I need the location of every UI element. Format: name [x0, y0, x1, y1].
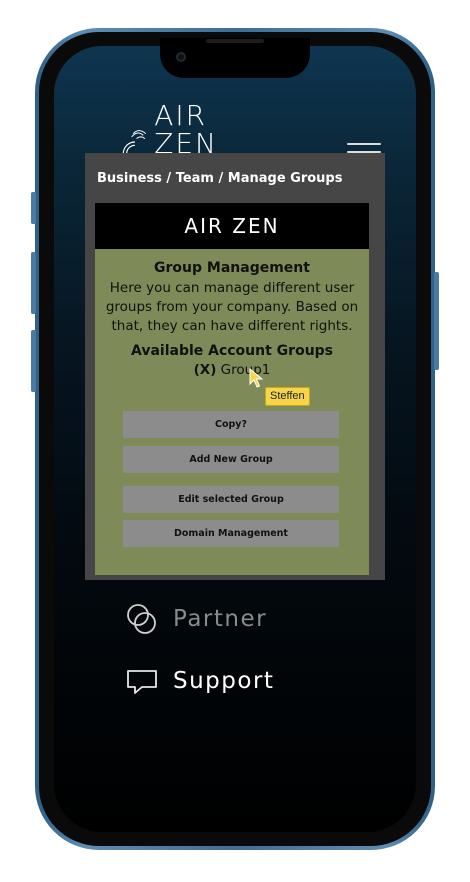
edit-selected-group-button[interactable]: Edit selected Group: [123, 486, 339, 513]
mute-switch: [31, 192, 36, 224]
front-camera: [176, 52, 186, 62]
copy-button[interactable]: Copy?: [123, 411, 339, 438]
group-management-description: Here you can manage different user group…: [105, 280, 359, 334]
group-management-title: Group Management: [154, 260, 310, 276]
chat-bubble-icon: [127, 670, 157, 694]
volume-up-button: [31, 252, 36, 314]
speaker-grille: [206, 39, 264, 43]
nav-label-support: Support: [173, 668, 275, 694]
app-logo-text: AIR ZEN: [154, 99, 219, 160]
group-list-item[interactable]: (X) Group1: [95, 362, 369, 378]
remove-group-button[interactable]: (X): [194, 362, 217, 378]
available-groups-title: Available Account Groups: [130, 343, 334, 359]
breadcrumb: Business / Team / Manage Groups: [97, 171, 343, 186]
nav-label-partner: Partner: [173, 606, 268, 632]
user-cursor-tooltip: Steffen: [265, 387, 310, 406]
partner-circles-icon: [127, 604, 156, 634]
panel-header: AIR ZEN: [95, 203, 369, 249]
nav-item-partner[interactable]: Partner: [125, 602, 267, 636]
volume-down-button: [31, 330, 36, 392]
add-new-group-button[interactable]: Add New Group: [123, 446, 339, 473]
pointer-cursor-icon: [249, 368, 264, 388]
nav-item-support[interactable]: Support: [125, 666, 274, 696]
power-button: [434, 272, 439, 370]
panel-logo-text: AIR ZEN: [184, 214, 280, 238]
domain-management-button[interactable]: Domain Management: [123, 520, 339, 547]
